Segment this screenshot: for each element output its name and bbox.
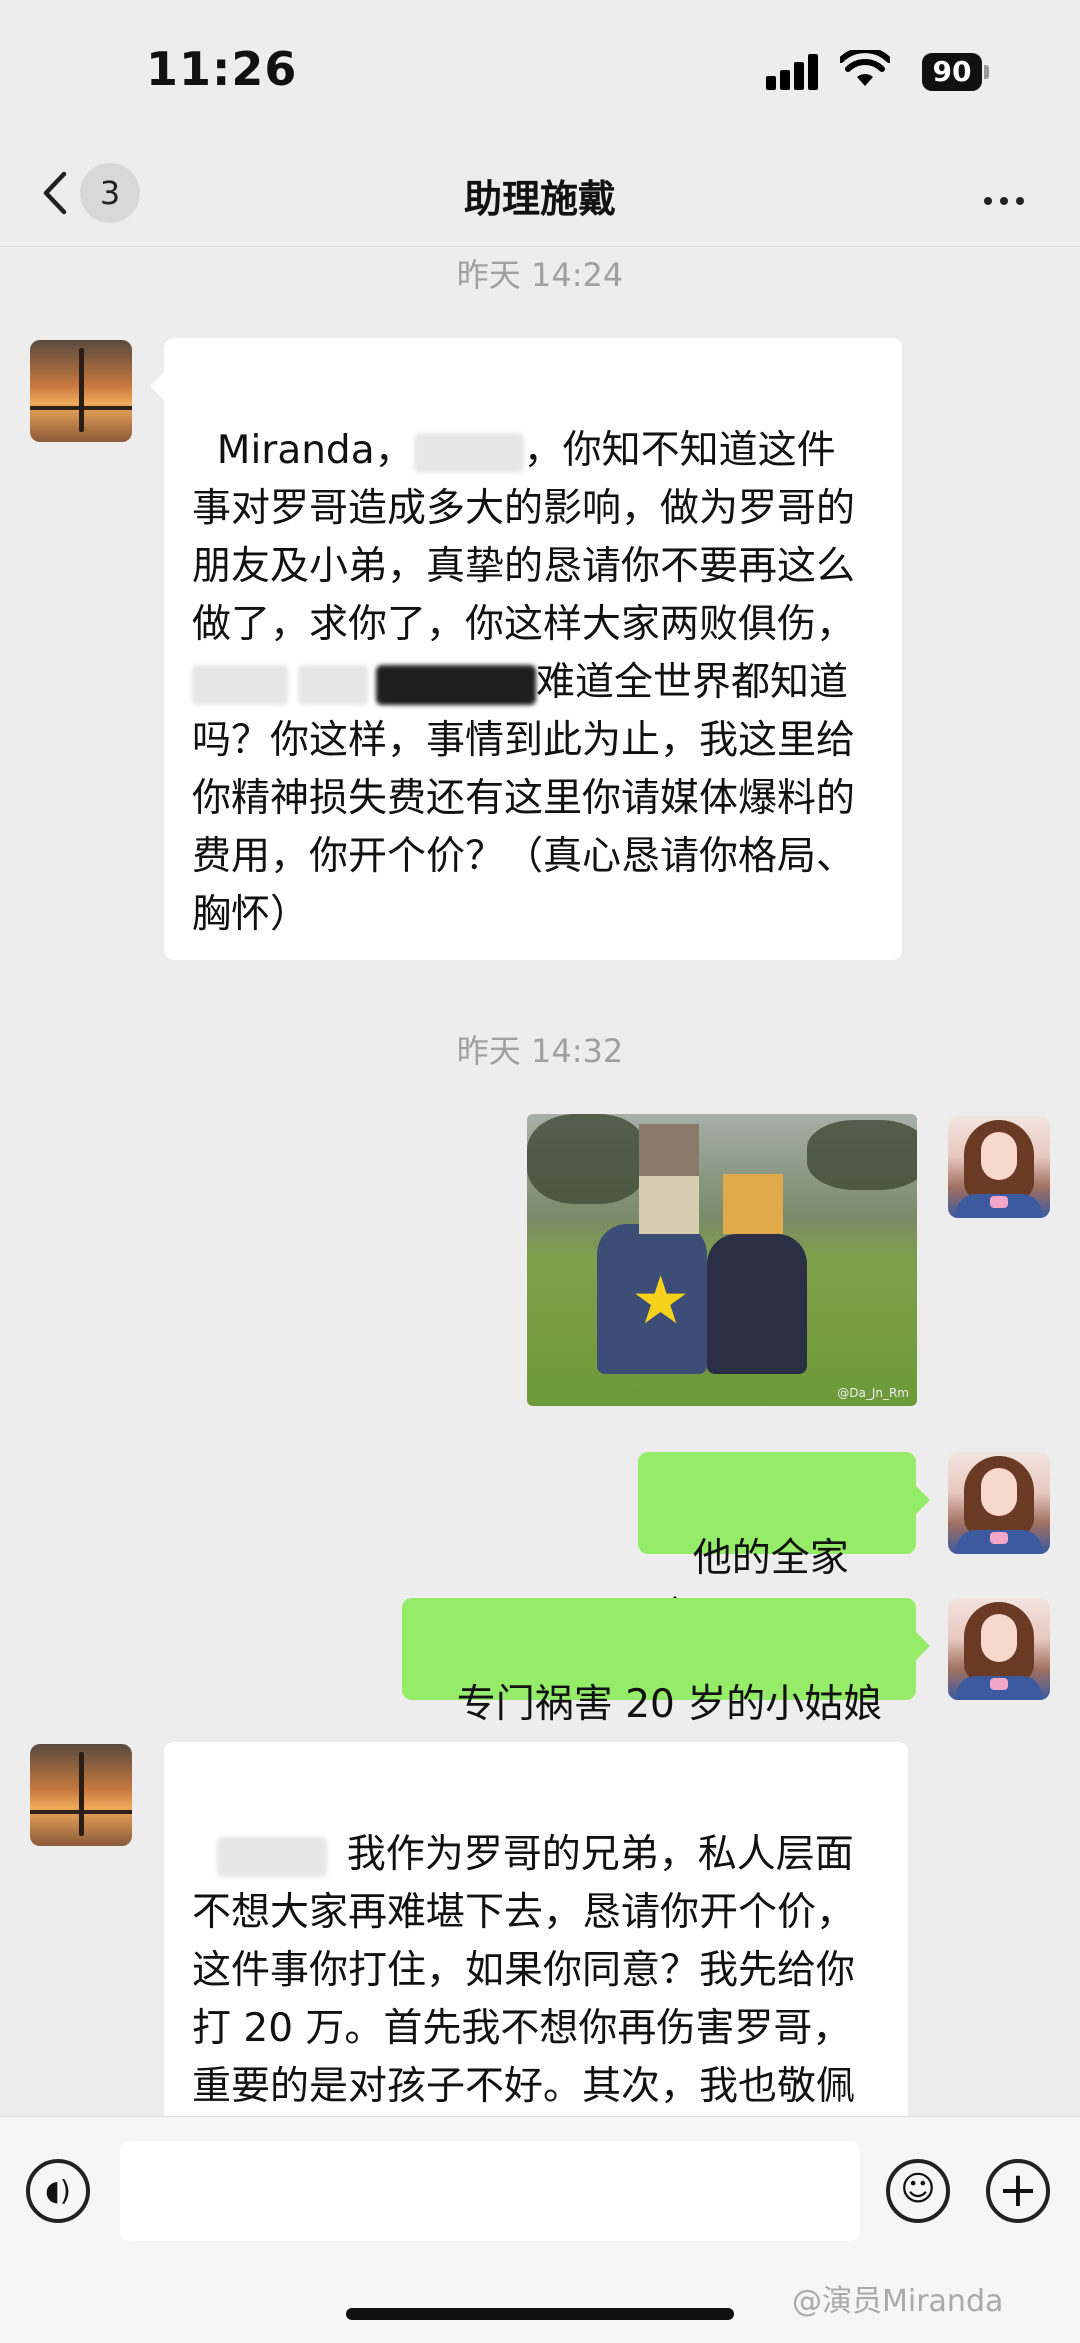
mosaic-blur — [639, 1174, 699, 1234]
more-icon[interactable] — [984, 190, 1032, 209]
contact-avatar[interactable] — [30, 1744, 132, 1846]
blurred-text — [192, 664, 288, 705]
incoming-message-bubble[interactable]: 我作为罗哥的兄弟，私人层面不想大家再难堪下去，恳请你开个价，这件事你打住，如果你… — [164, 1742, 908, 2122]
status-time: 11:26 — [146, 42, 298, 96]
wifi-icon — [840, 50, 890, 86]
source-watermark: @演员Miranda — [792, 2284, 1004, 2319]
my-avatar[interactable] — [948, 1116, 1050, 1218]
timestamp: 昨天 14:24 — [456, 256, 624, 294]
emoji-icon[interactable]: ☺ — [886, 2159, 950, 2223]
blurred-text — [216, 1836, 327, 1877]
photo-watermark: @Da_Jn_Rm — [837, 1386, 909, 1400]
star-sticker-icon: ★ — [631, 1262, 691, 1339]
chat-header: 3 助理施戴 — [0, 140, 1080, 247]
my-avatar[interactable] — [948, 1598, 1050, 1700]
incoming-message-bubble[interactable]: Miranda， ，你知不知道这件事对罗哥造成多大的影响，做为罗哥的朋友及小弟，真… — [150, 338, 902, 960]
status-bar: 11:26 90 — [0, 0, 1080, 140]
chat-title: 助理施戴 — [463, 177, 616, 221]
message-text: Miranda， — [216, 428, 414, 473]
my-avatar[interactable] — [948, 1452, 1050, 1554]
blurred-text — [298, 664, 368, 705]
timestamp: 昨天 14:32 — [456, 1032, 624, 1070]
voice-icon[interactable]: ◖) — [26, 2159, 90, 2223]
signal-icon — [766, 54, 822, 90]
shared-photo[interactable]: ★ @Da_Jn_Rm — [527, 1114, 917, 1406]
blurred-text — [413, 432, 524, 473]
battery-icon: 90 — [922, 53, 982, 91]
outgoing-message-bubble[interactable]: 他的全家福 — [638, 1452, 930, 1639]
message-input[interactable] — [120, 2141, 860, 2241]
mosaic-blur — [723, 1174, 783, 1234]
battery-tip — [984, 65, 989, 79]
plus-icon[interactable]: + — [986, 2159, 1050, 2223]
mosaic-blur — [639, 1124, 699, 1176]
redacted-text — [376, 664, 536, 705]
contact-avatar[interactable] — [30, 340, 132, 442]
home-indicator[interactable] — [346, 2308, 734, 2320]
outgoing-message-bubble[interactable]: 专门祸害 20 岁的小姑娘 — [402, 1598, 930, 1727]
message-text: 专门祸害 20 岁的小姑娘 — [456, 1682, 883, 1727]
